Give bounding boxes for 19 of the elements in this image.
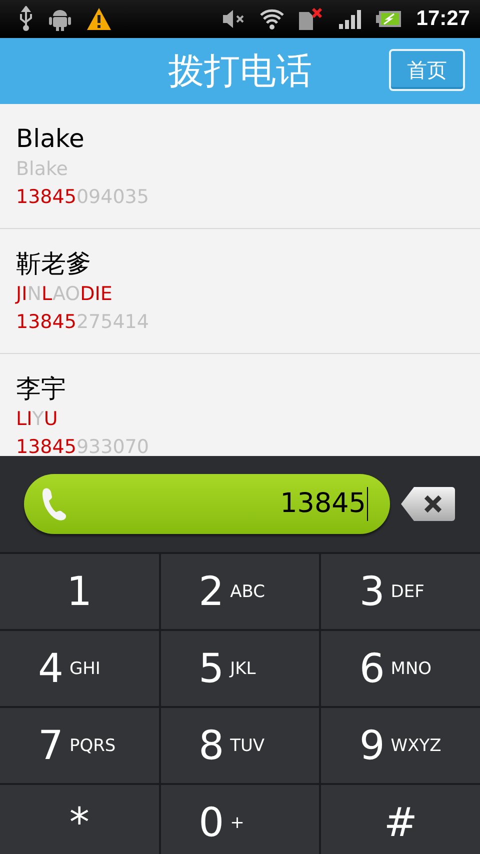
wifi-icon	[260, 8, 284, 30]
phone-icon	[40, 487, 68, 521]
warning-icon	[86, 7, 112, 31]
battery-charging-icon	[376, 10, 402, 28]
contact-name: Blake	[16, 123, 84, 155]
dial-key[interactable]: #	[321, 785, 480, 854]
backspace-button[interactable]	[400, 484, 456, 524]
sim-error-icon	[298, 8, 324, 30]
contact-name: 靳老爹	[16, 248, 91, 280]
usb-icon	[18, 6, 34, 32]
dial-key[interactable]: 0+	[160, 785, 320, 854]
contact-name: 李宇	[16, 373, 66, 405]
dial-key[interactable]: 1	[0, 554, 159, 629]
dial-key[interactable]: *	[0, 785, 159, 854]
muted-speaker-icon	[222, 9, 246, 29]
page-title: 拨打电话	[168, 50, 312, 94]
status-time: 17:27	[416, 7, 470, 31]
signal-icon	[338, 8, 362, 30]
dial-number-field[interactable]: 13845	[24, 474, 390, 534]
